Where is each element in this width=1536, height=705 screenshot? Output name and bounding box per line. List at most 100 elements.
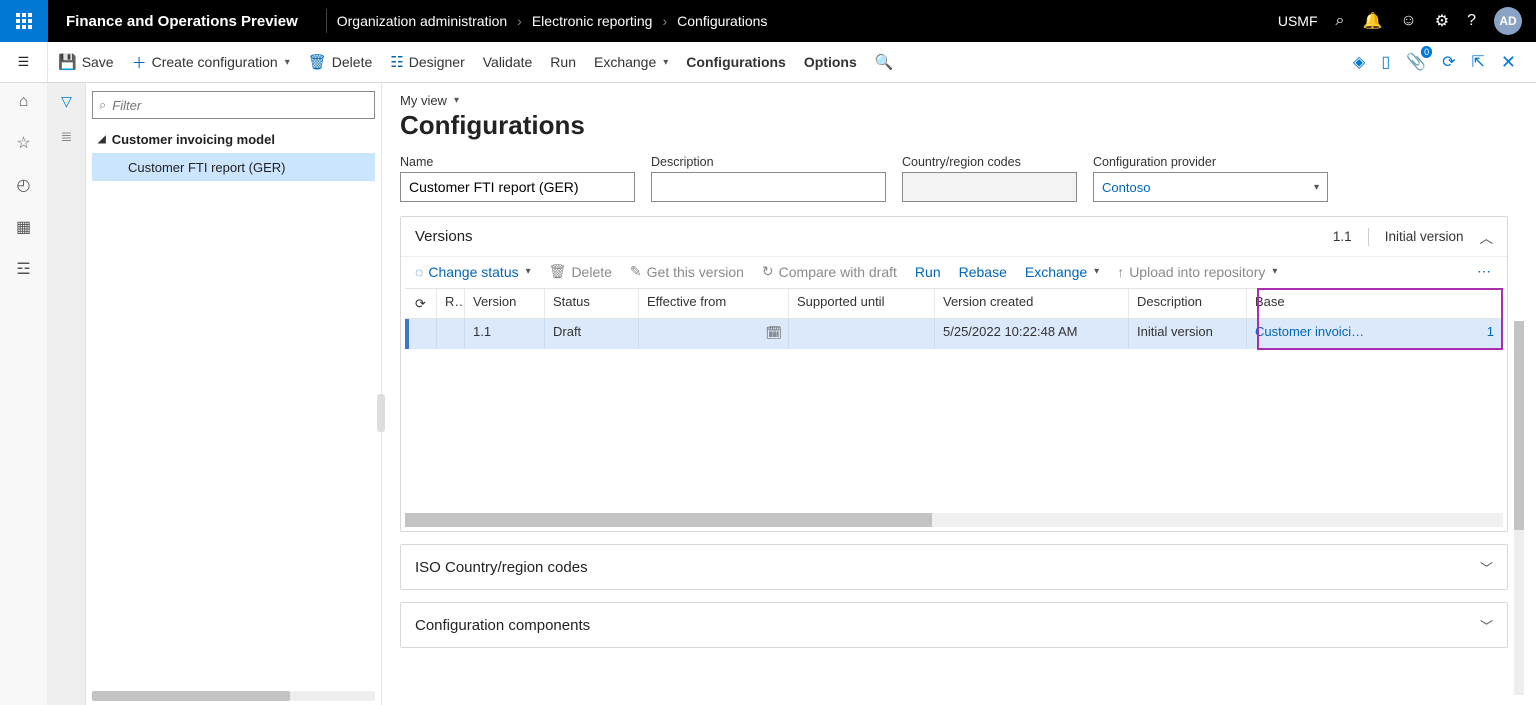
grid-h-scrollbar[interactable] xyxy=(405,513,1503,527)
tree-panel: ⌕ ◢ Customer invoicing model Customer FT… xyxy=(86,83,382,705)
refresh-column[interactable]: ⟳ xyxy=(405,289,437,318)
chevron-right-icon: › xyxy=(662,13,667,29)
breadcrumb-item[interactable]: Electronic reporting xyxy=(532,13,653,29)
collapse-icon[interactable]: ︿ xyxy=(1480,227,1494,247)
tree-node-parent[interactable]: ◢ Customer invoicing model xyxy=(92,125,375,153)
col-status[interactable]: Status xyxy=(545,289,639,318)
app-launcher[interactable] xyxy=(0,0,48,42)
col-version[interactable]: Version xyxy=(465,289,545,318)
cell-effective-from[interactable]: 🗓 xyxy=(639,319,789,349)
upload-repo-label: Upload into repository xyxy=(1129,264,1265,280)
command-bar: 💾Save ＋Create configuration▾ 🗑Delete ☷De… xyxy=(48,42,1536,82)
popout-icon[interactable]: ⇱ xyxy=(1472,52,1485,72)
country-codes-input[interactable] xyxy=(902,172,1077,202)
chevron-down-icon[interactable]: ﹀ xyxy=(1480,616,1493,635)
version-exchange-button[interactable]: Exchange▾ xyxy=(1025,264,1099,280)
col-r[interactable]: R… xyxy=(437,289,465,318)
funnel-icon[interactable]: ▽ xyxy=(61,93,72,110)
page-title: Configurations xyxy=(400,110,1508,141)
avatar[interactable]: AD xyxy=(1494,7,1522,35)
refresh-icon[interactable]: ⟳ xyxy=(1442,52,1455,72)
col-base[interactable]: Base xyxy=(1247,289,1503,318)
gear-icon[interactable]: ⚙ xyxy=(1435,11,1449,31)
tree-filter[interactable]: ⌕ xyxy=(92,91,375,119)
modules-icon[interactable]: ☲ xyxy=(16,259,30,279)
validate-button[interactable]: Validate xyxy=(483,54,533,70)
run-button[interactable]: Run xyxy=(550,54,576,70)
exchange-button[interactable]: Exchange▾ xyxy=(594,54,668,70)
col-supported-until[interactable]: Supported until xyxy=(789,289,935,318)
col-effective-from[interactable]: Effective from xyxy=(639,289,789,318)
content-v-scrollbar[interactable] xyxy=(1514,321,1524,695)
configurations-label: Configurations xyxy=(686,54,786,70)
diamond-icon[interactable]: ◈ xyxy=(1353,52,1365,72)
breadcrumb-item[interactable]: Configurations xyxy=(677,13,767,29)
version-run-button[interactable]: Run xyxy=(915,264,941,280)
provider-select[interactable]: Contoso ▾ xyxy=(1093,172,1328,202)
calendar-icon[interactable]: 🗓 xyxy=(765,325,782,341)
delete-label: Delete xyxy=(332,54,372,70)
cell-supported-until xyxy=(789,319,935,349)
star-icon[interactable]: ☆ xyxy=(16,133,30,153)
view-selector[interactable]: My view ▾ xyxy=(400,93,1508,108)
description-input[interactable] xyxy=(651,172,886,202)
close-icon[interactable]: ✕ xyxy=(1501,52,1516,73)
emoji-icon[interactable]: ☺ xyxy=(1400,12,1416,30)
search-icon: 🔍 xyxy=(875,53,894,71)
cell-created: 5/25/2022 10:22:48 AM xyxy=(935,319,1129,349)
tree-filter-input[interactable] xyxy=(112,98,368,113)
cell-base[interactable]: Customer invoici… 1 xyxy=(1247,319,1503,349)
hamburger-icon: ☰ xyxy=(18,54,30,70)
chevron-down-icon: ▾ xyxy=(285,57,290,68)
change-status-button[interactable]: ◌Change status▾ xyxy=(415,264,531,280)
search-icon[interactable]: ⌕ xyxy=(1336,12,1345,30)
col-created[interactable]: Version created xyxy=(935,289,1129,318)
cell-version: 1.1 xyxy=(465,319,545,349)
company-picker[interactable]: USMF xyxy=(1278,13,1318,29)
tree-scrollbar[interactable] xyxy=(92,691,375,701)
main-area: ⌂ ☆ ◴ ▦ ☲ ▽ ≣ ⌕ ◢ Customer invoicing mod… xyxy=(0,83,1536,705)
search-command[interactable]: 🔍 xyxy=(875,53,894,71)
compare-icon: ↻ xyxy=(762,263,774,280)
delete-button[interactable]: 🗑Delete xyxy=(308,53,373,71)
grid-row-selected[interactable]: 1.1 Draft 🗓 5/25/2022 10:22:48 AM Initia… xyxy=(405,319,1503,349)
provider-label: Configuration provider xyxy=(1093,155,1328,169)
chevron-down-icon[interactable]: ﹀ xyxy=(1480,558,1493,577)
version-delete-button: 🗑Delete xyxy=(549,263,612,280)
help-icon[interactable]: ? xyxy=(1467,12,1476,30)
breadcrumb-item[interactable]: Organization administration xyxy=(337,13,507,29)
col-description[interactable]: Description xyxy=(1129,289,1247,318)
save-button[interactable]: 💾Save xyxy=(58,53,114,71)
list-icon[interactable]: ≣ xyxy=(61,128,73,145)
configurations-tab[interactable]: Configurations xyxy=(686,54,786,70)
name-input[interactable] xyxy=(400,172,635,202)
chevron-down-icon: ▾ xyxy=(1094,266,1099,277)
config-components-card: Configuration components ﹀ xyxy=(400,602,1508,648)
rebase-label: Rebase xyxy=(959,264,1007,280)
more-actions-button[interactable]: ⋯ xyxy=(1477,263,1493,280)
base-link[interactable]: Customer invoici… xyxy=(1255,324,1364,344)
header-fields: Name Description Country/region codes Co… xyxy=(400,155,1508,202)
attachments-button[interactable]: 📎0 xyxy=(1406,52,1426,72)
nav-toggle[interactable]: ☰ xyxy=(0,42,48,82)
bell-icon[interactable]: 🔔 xyxy=(1362,11,1382,31)
tree-node-child-selected[interactable]: Customer FTI report (GER) xyxy=(92,153,375,181)
home-icon[interactable]: ⌂ xyxy=(19,93,29,111)
change-status-label: Change status xyxy=(428,264,518,280)
create-configuration-button[interactable]: ＋Create configuration▾ xyxy=(132,52,290,73)
options-tab[interactable]: Options xyxy=(804,54,857,70)
version-run-label: Run xyxy=(915,264,941,280)
rebase-button[interactable]: Rebase xyxy=(959,264,1007,280)
clock-icon[interactable]: ◴ xyxy=(17,175,31,195)
workspace-icon[interactable]: ▦ xyxy=(16,217,31,237)
row-marker-cell[interactable] xyxy=(409,319,437,349)
designer-label: Designer xyxy=(409,54,465,70)
attachments-badge: 0 xyxy=(1421,46,1432,58)
config-components-title: Configuration components xyxy=(415,617,590,634)
designer-button[interactable]: ☷Designer xyxy=(390,53,464,71)
run-label: Run xyxy=(550,54,576,70)
tree-node-label: Customer invoicing model xyxy=(112,132,275,147)
chevron-down-icon: ▾ xyxy=(1272,266,1277,277)
versions-summary-desc: Initial version xyxy=(1385,229,1464,244)
book-icon[interactable]: ▯ xyxy=(1381,52,1390,72)
